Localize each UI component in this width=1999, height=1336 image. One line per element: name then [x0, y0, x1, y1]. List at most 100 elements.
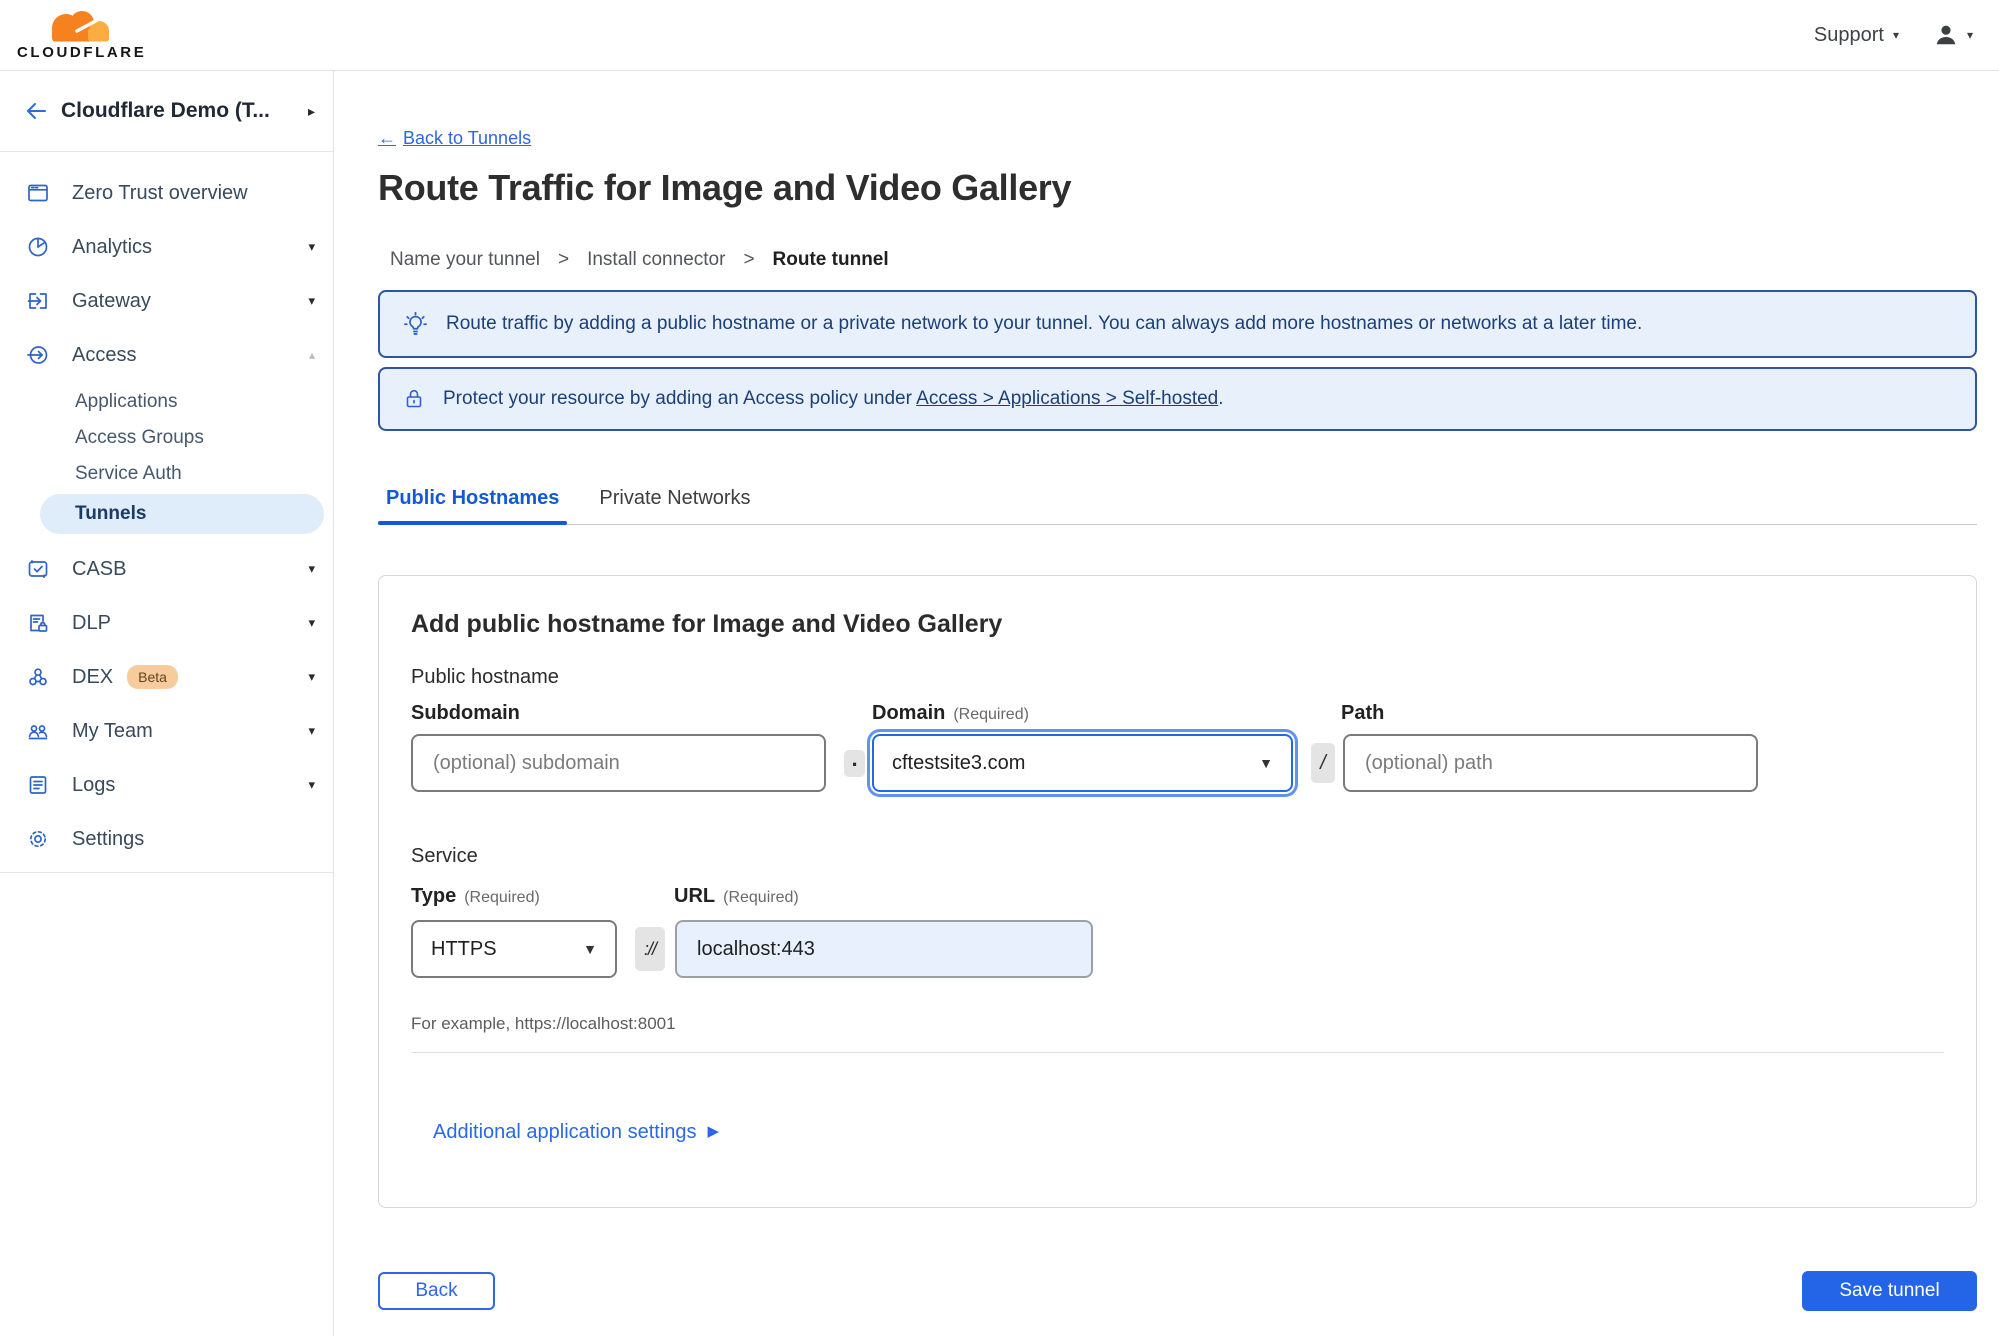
user-avatar-icon: [1933, 22, 1959, 48]
service-type-select[interactable]: HTTPS ▼: [411, 920, 617, 978]
casb-icon: [26, 557, 50, 581]
tab-private-networks[interactable]: Private Networks: [591, 487, 758, 524]
subdomain-input[interactable]: [411, 734, 826, 792]
subdomain-label: Subdomain: [411, 702, 520, 724]
hostname-field-labels: Subdomain Domain (Required) Path: [411, 701, 1944, 727]
sidebar-item-my-team[interactable]: My Team ▾: [0, 704, 333, 758]
sidebar-item-gateway[interactable]: Gateway ▾: [0, 274, 333, 328]
breadcrumb-separator: >: [743, 249, 755, 270]
topbar-right: Support ▾ ▾: [1814, 22, 1973, 48]
sidebar-item-dlp[interactable]: DLP ▾: [0, 596, 333, 650]
overview-icon: [26, 181, 50, 205]
protect-banner-text: Protect your resource by adding an Acces…: [443, 388, 1224, 409]
footer-actions: Back Save tunnel: [378, 1271, 1977, 1311]
hostname-fields-row: . cftestsite3.com ▼ /: [411, 734, 1944, 792]
service-url-input[interactable]: [675, 920, 1093, 978]
breadcrumb-step-name-tunnel[interactable]: Name your tunnel: [390, 249, 540, 271]
save-tunnel-button[interactable]: Save tunnel: [1802, 1271, 1977, 1311]
access-subnav: Applications Access Groups Service Auth …: [0, 382, 333, 542]
path-label: Path: [1341, 702, 1385, 724]
route-traffic-tip-banner: Route traffic by adding a public hostnam…: [378, 290, 1977, 358]
sidebar-item-service-auth[interactable]: Service Auth: [0, 456, 333, 492]
chevron-down-icon: ▾: [308, 561, 315, 576]
team-icon: [26, 719, 50, 743]
required-hint: (Required): [953, 706, 1029, 723]
domain-label: Domain (Required): [872, 702, 1029, 724]
account-switcher[interactable]: Cloudflare Demo (T... ▸: [0, 71, 333, 152]
card-heading: Add public hostname for Image and Video …: [411, 610, 1003, 638]
logs-icon: [26, 773, 50, 797]
main-content: ← Back to Tunnels Route Traffic for Imag…: [334, 71, 1999, 1336]
logo-wordmark: CLOUDFLARE: [17, 43, 147, 61]
access-policy-banner: Protect your resource by adding an Acces…: [378, 367, 1977, 431]
caret-right-icon: ▸: [307, 102, 315, 119]
expand-arrow-icon: ▶: [707, 1123, 720, 1140]
scheme-separator: ://: [635, 927, 665, 971]
dot-separator: .: [844, 746, 865, 777]
breadcrumb: Name your tunnel > Install connector > R…: [378, 249, 1977, 271]
sidebar-item-settings[interactable]: Settings: [0, 812, 333, 866]
account-name: Cloudflare Demo (T...: [61, 99, 270, 122]
tip-banner-text: Route traffic by adding a public hostnam…: [446, 313, 1643, 334]
sidebar-item-applications[interactable]: Applications: [0, 384, 333, 420]
domain-select[interactable]: cftestsite3.com ▼: [872, 734, 1293, 792]
sidebar-item-access-groups[interactable]: Access Groups: [0, 420, 333, 456]
support-menu[interactable]: Support ▾: [1814, 24, 1899, 47]
user-menu[interactable]: ▾: [1933, 22, 1973, 48]
back-arrow-icon: [24, 99, 48, 123]
gear-icon: [26, 827, 50, 851]
chevron-down-icon: ▾: [308, 723, 315, 738]
service-field-labels: Type (Required) URL (Required): [411, 884, 1944, 910]
path-input[interactable]: [1343, 734, 1758, 792]
back-button[interactable]: Back: [378, 1272, 495, 1310]
chevron-down-icon: ▾: [1892, 28, 1899, 42]
tab-public-hostnames[interactable]: Public Hostnames: [378, 487, 568, 525]
access-applications-self-hosted-link[interactable]: Access > Applications > Self-hosted: [916, 388, 1218, 409]
required-hint: (Required): [723, 889, 799, 906]
dex-icon: [26, 665, 50, 689]
sidebar-item-tunnels[interactable]: Tunnels: [40, 494, 324, 534]
breadcrumb-step-install-connector[interactable]: Install connector: [587, 249, 725, 271]
card-divider: [411, 1052, 1944, 1053]
breadcrumb-step-route-tunnel: Route tunnel: [772, 249, 889, 270]
chevron-down-icon: ▾: [308, 239, 315, 254]
sidebar-item-zero-trust-overview[interactable]: Zero Trust overview: [0, 166, 333, 220]
required-hint: (Required): [464, 889, 540, 906]
domain-select-value: cftestsite3.com: [892, 751, 1026, 774]
sidebar-item-logs[interactable]: Logs ▾: [0, 758, 333, 812]
chevron-up-icon: ▴: [308, 348, 315, 362]
type-label: Type (Required): [411, 885, 540, 907]
support-label: Support: [1813, 23, 1884, 46]
hostname-tabs: Public Hostnames Private Networks: [378, 487, 1977, 525]
beta-badge: Beta: [127, 665, 178, 689]
cloudflare-logo[interactable]: CLOUDFLARE: [17, 10, 146, 61]
lock-icon: [402, 387, 426, 411]
select-caret-icon: ▼: [583, 941, 597, 957]
slash-separator: /: [1311, 743, 1335, 783]
url-label: URL (Required): [674, 885, 799, 907]
service-fields-row: HTTPS ▼ ://: [411, 920, 1944, 978]
breadcrumb-separator: >: [557, 249, 570, 270]
back-arrow-icon: ←: [378, 128, 396, 148]
top-bar: CLOUDFLARE Support ▾ ▾: [0, 0, 1999, 71]
sidebar-item-dex[interactable]: DEX Beta ▾: [0, 650, 333, 704]
analytics-icon: [26, 235, 50, 259]
public-hostname-label: Public hostname: [411, 666, 559, 688]
sidebar-item-analytics[interactable]: Analytics ▾: [0, 220, 333, 274]
lightbulb-icon: [402, 311, 429, 338]
sidebar-divider: [0, 872, 333, 873]
chevron-down-icon: ▾: [1966, 28, 1973, 42]
back-to-tunnels-link[interactable]: ← Back to Tunnels: [378, 128, 531, 149]
service-type-value: HTTPS: [431, 937, 497, 960]
chevron-down-icon: ▾: [308, 669, 315, 684]
public-hostname-card: Add public hostname for Image and Video …: [378, 575, 1977, 1208]
cloudflare-cloud-icon: [35, 10, 128, 43]
gateway-icon: [26, 289, 50, 313]
sidebar-nav: Zero Trust overview Analytics ▾ Gateway: [0, 152, 333, 873]
chevron-down-icon: ▾: [308, 615, 315, 630]
page-title: Route Traffic for Image and Video Galler…: [378, 167, 1072, 208]
chevron-down-icon: ▾: [308, 293, 315, 308]
sidebar-item-access[interactable]: Access ▴: [0, 328, 333, 382]
additional-settings-toggle[interactable]: Additional application settings ▶: [433, 1119, 719, 1145]
sidebar-item-casb[interactable]: CASB ▾: [0, 542, 333, 596]
